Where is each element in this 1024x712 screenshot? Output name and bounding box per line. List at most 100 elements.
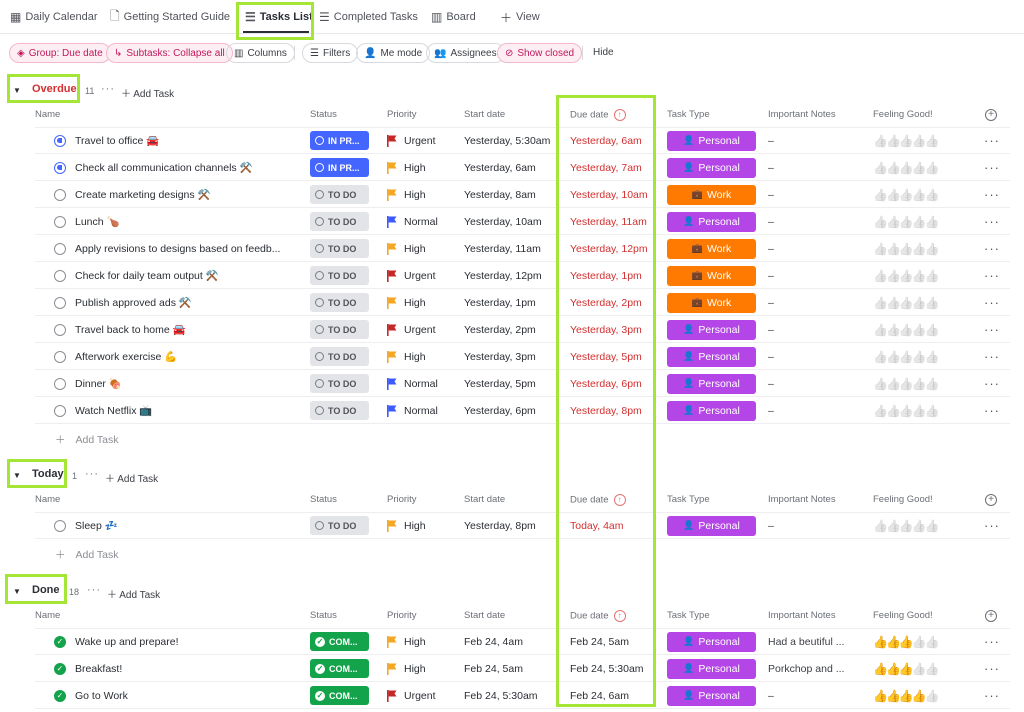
task-name[interactable]: Sleep 💤 (75, 519, 118, 532)
due-date-cell[interactable]: Yesterday, 12pm (570, 235, 648, 262)
tab-daily-calendar[interactable]: ▦ Daily Calendar (10, 8, 98, 26)
thumbs-up-icon[interactable]: 👍 (912, 134, 927, 148)
row-more-icon[interactable]: ··· (984, 235, 1000, 262)
task-name[interactable]: Travel to office 🚘 (75, 134, 159, 147)
task-status-toggle[interactable] (54, 188, 66, 201)
thumbs-up-icon[interactable]: 👍 (912, 215, 927, 229)
row-more-icon[interactable]: ··· (984, 682, 1000, 709)
feeling-rating[interactable]: 👍 👍 👍 👍 👍 (873, 512, 940, 539)
task-type-badge[interactable]: 👤 Personal (667, 130, 756, 151)
priority-cell[interactable]: Urgent (387, 262, 436, 289)
task-name[interactable]: Apply revisions to designs based on feed… (75, 243, 280, 255)
thumbs-up-icon[interactable]: 👍 (912, 662, 927, 676)
thumbs-up-icon[interactable]: 👍 (886, 269, 901, 283)
col-header-priority[interactable]: Priority (387, 610, 417, 621)
task-type-badge[interactable]: 👤 Personal (667, 346, 756, 367)
thumbs-up-icon[interactable]: 👍 (925, 404, 940, 418)
thumbs-up-icon[interactable]: 👍 (912, 296, 927, 310)
status-badge[interactable]: TO DO (310, 347, 369, 366)
status-badge[interactable]: TO DO (310, 212, 369, 231)
thumbs-up-icon[interactable]: 👍 (899, 242, 914, 256)
col-header-task-type[interactable]: Task Type (667, 109, 710, 120)
add-column-icon[interactable]: + (985, 109, 997, 121)
feeling-rating[interactable]: 👍 👍 👍 👍 👍 (873, 181, 940, 208)
task-status-toggle[interactable]: ✓ (54, 635, 66, 648)
notes-cell[interactable]: – (768, 370, 774, 397)
add-task-row[interactable]: ＋ Add Task (55, 547, 119, 562)
thumbs-up-icon[interactable]: 👍 (899, 635, 914, 649)
task-row[interactable]: Travel to office 🚘 IN PR... Urgent Yesterda… (35, 127, 1010, 154)
thumbs-up-icon[interactable]: 👍 (886, 519, 901, 533)
task-status-toggle[interactable] (54, 215, 66, 228)
notes-cell[interactable]: – (768, 181, 774, 208)
add-view-button[interactable]: ＋ View (500, 8, 540, 26)
task-name[interactable]: Publish approved ads ⚒️ (75, 296, 192, 309)
priority-cell[interactable]: Urgent (387, 316, 436, 343)
row-more-icon[interactable]: ··· (984, 154, 1000, 181)
thumbs-up-icon[interactable]: 👍 (925, 662, 940, 676)
start-date-cell[interactable]: Yesterday, 6am (464, 154, 536, 181)
status-badge[interactable]: TO DO (310, 374, 369, 393)
col-header-due-date[interactable]: Due date ↑ (570, 610, 626, 622)
notes-cell[interactable]: – (768, 262, 774, 289)
priority-cell[interactable]: High (387, 512, 426, 539)
thumbs-up-icon[interactable]: 👍 (912, 635, 927, 649)
task-status-toggle[interactable] (54, 377, 66, 390)
due-date-cell[interactable]: Feb 24, 6am (570, 682, 629, 709)
thumbs-up-icon[interactable]: 👍 (873, 662, 888, 676)
thumbs-up-icon[interactable]: 👍 (899, 662, 914, 676)
add-task-header-button[interactable]: ＋ Add Task (121, 85, 174, 100)
collapse-today-caret[interactable]: ▼ (13, 471, 21, 480)
col-header-name[interactable]: Name (35, 610, 60, 621)
thumbs-up-icon[interactable]: 👍 (912, 689, 927, 703)
priority-cell[interactable]: High (387, 154, 426, 181)
priority-cell[interactable]: High (387, 289, 426, 316)
task-row[interactable]: Publish approved ads ⚒️ TO DO High Yesterda… (35, 289, 1010, 316)
status-badge[interactable]: ✓ COM... (310, 632, 369, 651)
group-by-chip[interactable]: ◈ Group: Due date (9, 43, 111, 63)
thumbs-up-icon[interactable]: 👍 (873, 188, 888, 202)
task-row[interactable]: Dinner 🍖 TO DO Normal Yesterday, 5pm Yesterd… (35, 370, 1010, 397)
col-header-status[interactable]: Status (310, 610, 337, 621)
tab-board[interactable]: ▥ Board (431, 8, 476, 26)
add-column-icon[interactable]: + (985, 610, 997, 622)
status-badge[interactable]: ✓ COM... (310, 659, 369, 678)
feeling-rating[interactable]: 👍 👍 👍 👍 👍 (873, 343, 940, 370)
task-name[interactable]: Dinner 🍖 (75, 377, 122, 390)
collapse-done-caret[interactable]: ▼ (13, 587, 21, 596)
thumbs-up-icon[interactable]: 👍 (886, 350, 901, 364)
thumbs-up-icon[interactable]: 👍 (925, 242, 940, 256)
task-type-badge[interactable]: 👤 Personal (667, 319, 756, 340)
due-date-cell[interactable]: Yesterday, 10am (570, 181, 648, 208)
thumbs-up-icon[interactable]: 👍 (912, 188, 927, 202)
thumbs-up-icon[interactable]: 👍 (873, 269, 888, 283)
task-type-badge[interactable]: 👤 Personal (667, 685, 756, 706)
feeling-rating[interactable]: 👍 👍 👍 👍 👍 (873, 682, 940, 709)
thumbs-up-icon[interactable]: 👍 (912, 350, 927, 364)
thumbs-up-icon[interactable]: 👍 (886, 689, 901, 703)
task-status-toggle[interactable]: ✓ (54, 689, 66, 702)
status-badge[interactable]: IN PR... (310, 158, 369, 177)
thumbs-up-icon[interactable]: 👍 (873, 134, 888, 148)
task-type-badge[interactable]: 👤 Personal (667, 373, 756, 394)
thumbs-up-icon[interactable]: 👍 (925, 635, 940, 649)
task-status-toggle[interactable] (54, 296, 66, 309)
feeling-rating[interactable]: 👍 👍 👍 👍 👍 (873, 655, 940, 682)
task-row[interactable]: Travel back to home 🚘 TO DO Urgent Yesterda… (35, 316, 1010, 343)
notes-cell[interactable]: – (768, 343, 774, 370)
task-row[interactable]: ✓ Breakfast! ✓ COM... High Feb 24, 5am Feb 24,… (35, 655, 1010, 682)
task-row[interactable]: ✓ Wake up and prepare! ✓ COM... High Feb 24, … (35, 628, 1010, 655)
priority-cell[interactable]: Normal (387, 397, 438, 424)
col-header-name[interactable]: Name (35, 494, 60, 505)
start-date-cell[interactable]: Feb 24, 5am (464, 655, 523, 682)
collapse-overdue-caret[interactable]: ▼ (13, 86, 21, 95)
add-task-header-button[interactable]: ＋ Add Task (105, 470, 158, 485)
thumbs-up-icon[interactable]: 👍 (873, 635, 888, 649)
thumbs-up-icon[interactable]: 👍 (912, 404, 927, 418)
task-row[interactable]: Watch Netflix 📺 TO DO Normal Yesterday, 6pm… (35, 397, 1010, 424)
thumbs-up-icon[interactable]: 👍 (899, 404, 914, 418)
task-type-badge[interactable]: 👤 Personal (667, 631, 756, 652)
status-badge[interactable]: TO DO (310, 320, 369, 339)
feeling-rating[interactable]: 👍 👍 👍 👍 👍 (873, 235, 940, 262)
assignees-button[interactable]: 👥 Assignees (426, 43, 505, 63)
